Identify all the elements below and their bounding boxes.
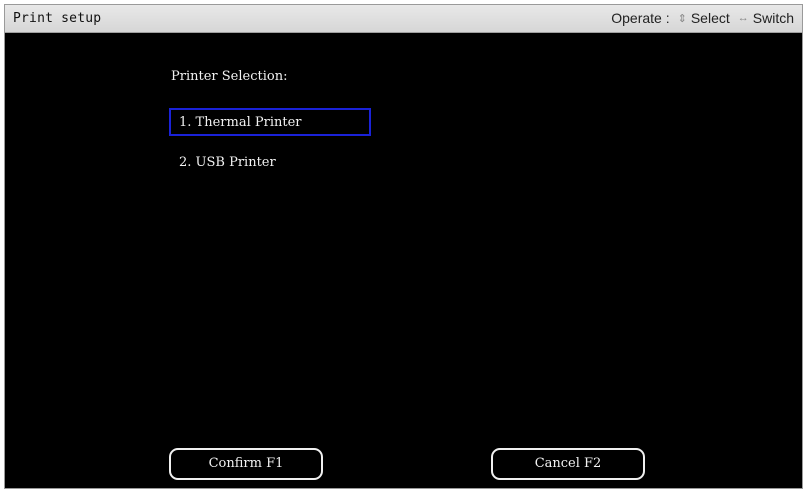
print-setup-screen: Print setup Operate : ⇕ Select ↔ Switch … — [4, 4, 803, 489]
arrow-leftright-icon: ↔ — [737, 12, 749, 24]
printer-option-label: 1. Thermal Printer — [179, 115, 302, 130]
select-hint-label: Select — [690, 10, 730, 26]
printer-option-thermal[interactable]: 1. Thermal Printer — [169, 108, 371, 136]
title-bar: Print setup Operate : ⇕ Select ↔ Switch — [5, 5, 802, 33]
cancel-button[interactable]: Cancel F2 — [491, 448, 645, 480]
printer-option-label: 2. USB Printer — [179, 155, 276, 170]
operate-hints: Operate : ⇕ Select ↔ Switch — [611, 10, 794, 26]
printer-option-usb[interactable]: 2. USB Printer — [169, 148, 371, 176]
confirm-button[interactable]: Confirm F1 — [169, 448, 323, 480]
arrow-updown-icon: ⇕ — [677, 12, 687, 25]
printer-selection-label: Printer Selection: — [171, 69, 288, 84]
window-title: Print setup — [13, 11, 102, 26]
operate-label: Operate : — [611, 10, 670, 26]
switch-hint-label: Switch — [752, 10, 794, 26]
